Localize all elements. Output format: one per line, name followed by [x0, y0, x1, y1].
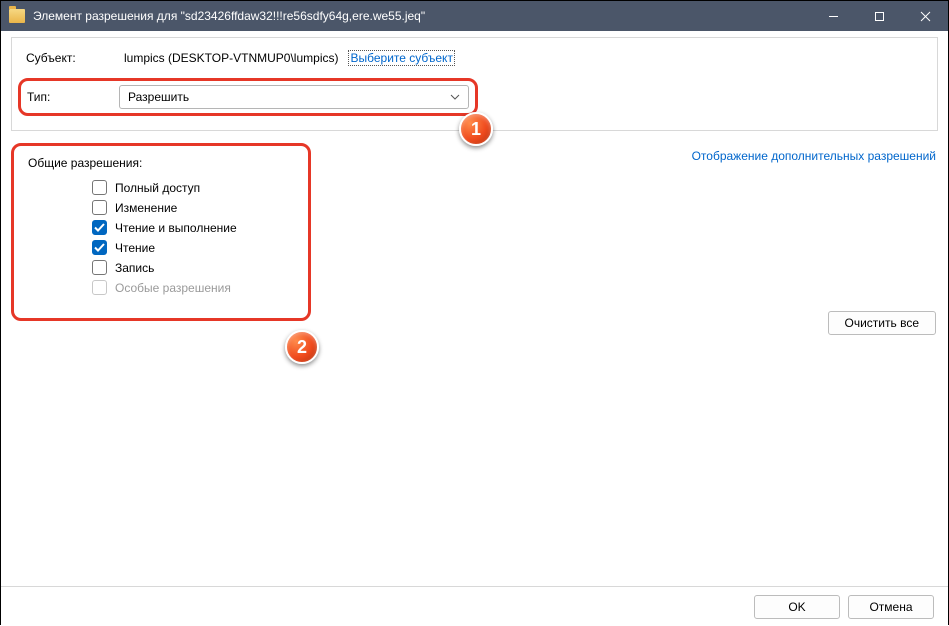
ok-button[interactable]: OK	[754, 595, 840, 619]
permission-label: Чтение и выполнение	[115, 221, 237, 235]
permission-item[interactable]: Полный доступ	[92, 180, 294, 195]
minimize-button[interactable]	[810, 1, 856, 31]
permission-item[interactable]: Изменение	[92, 200, 294, 215]
window-title: Элемент разрешения для "sd23426ffdaw32!!…	[33, 9, 810, 23]
type-label: Тип:	[27, 90, 119, 104]
folder-icon	[9, 9, 25, 23]
permission-item: Особые разрешения	[92, 280, 294, 295]
permission-checkbox[interactable]	[92, 180, 107, 195]
annotation-badge-1: 1	[459, 112, 493, 146]
permission-item[interactable]: Чтение и выполнение	[92, 220, 294, 235]
maximize-button[interactable]	[856, 1, 902, 31]
permission-label: Запись	[115, 261, 154, 275]
permission-checkbox[interactable]	[92, 200, 107, 215]
permissions-group: Общие разрешения: Полный доступ Изменение…	[11, 143, 311, 321]
subject-row: Субъект: lumpics (DESKTOP-VTNMUP0\lumpic…	[26, 50, 923, 66]
permission-label: Особые разрешения	[115, 281, 231, 295]
type-row: Тип: Разрешить	[18, 78, 478, 116]
annotation-badge-2: 2	[285, 330, 319, 364]
subject-label: Субъект:	[26, 51, 124, 65]
select-subject-link[interactable]: Выберите субъект	[348, 50, 454, 66]
permissions-title: Общие разрешения:	[28, 156, 294, 170]
permission-label: Изменение	[115, 201, 177, 215]
type-combobox[interactable]: Разрешить	[119, 85, 469, 109]
permission-label: Полный доступ	[115, 181, 200, 195]
advanced-permissions-link[interactable]: Отображение дополнительных разрешений	[692, 149, 936, 163]
type-value: Разрешить	[128, 90, 189, 104]
clear-all-button[interactable]: Очистить все	[828, 311, 936, 335]
permission-checkbox[interactable]	[92, 220, 107, 235]
subject-value: lumpics (DESKTOP-VTNMUP0\lumpics)	[124, 51, 338, 65]
permission-item[interactable]: Чтение	[92, 240, 294, 255]
titlebar: Элемент разрешения для "sd23426ffdaw32!!…	[1, 1, 948, 31]
permission-checkbox[interactable]	[92, 240, 107, 255]
permissions-list: Полный доступ Изменение Чтение и выполнени…	[28, 180, 294, 295]
permission-item[interactable]: Запись	[92, 260, 294, 275]
permission-checkbox[interactable]	[92, 260, 107, 275]
close-button[interactable]	[902, 1, 948, 31]
chevron-down-icon	[450, 94, 460, 100]
permission-checkbox	[92, 280, 107, 295]
cancel-button[interactable]: Отмена	[848, 595, 934, 619]
dialog-footer: OK Отмена	[1, 586, 948, 626]
permission-label: Чтение	[115, 241, 155, 255]
